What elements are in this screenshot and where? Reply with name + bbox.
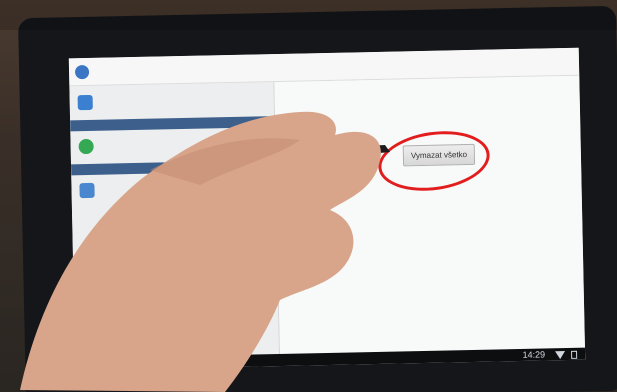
battery-icon — [571, 350, 578, 359]
settings-content: Vymazat všetko — [274, 75, 586, 367]
storage-icon — [79, 182, 95, 199]
wifi-icon — [555, 351, 566, 360]
sidebar-item-add-account[interactable] — [70, 130, 275, 160]
tablet-screen: Vymazat všetko 14:29 — [68, 47, 586, 371]
sidebar-header — [71, 160, 277, 176]
settings-icon[interactable] — [74, 64, 90, 80]
status-clock: 14:29 — [522, 349, 546, 360]
settings-sidebar — [69, 82, 281, 371]
top-shadow — [0, 0, 617, 30]
refresh-icon — [77, 94, 93, 111]
add-account-icon — [78, 138, 94, 155]
sidebar-item-sync[interactable] — [69, 86, 274, 116]
sidebar-header — [70, 116, 276, 132]
sidebar-item-storage[interactable] — [71, 174, 276, 204]
section-description — [287, 116, 567, 122]
